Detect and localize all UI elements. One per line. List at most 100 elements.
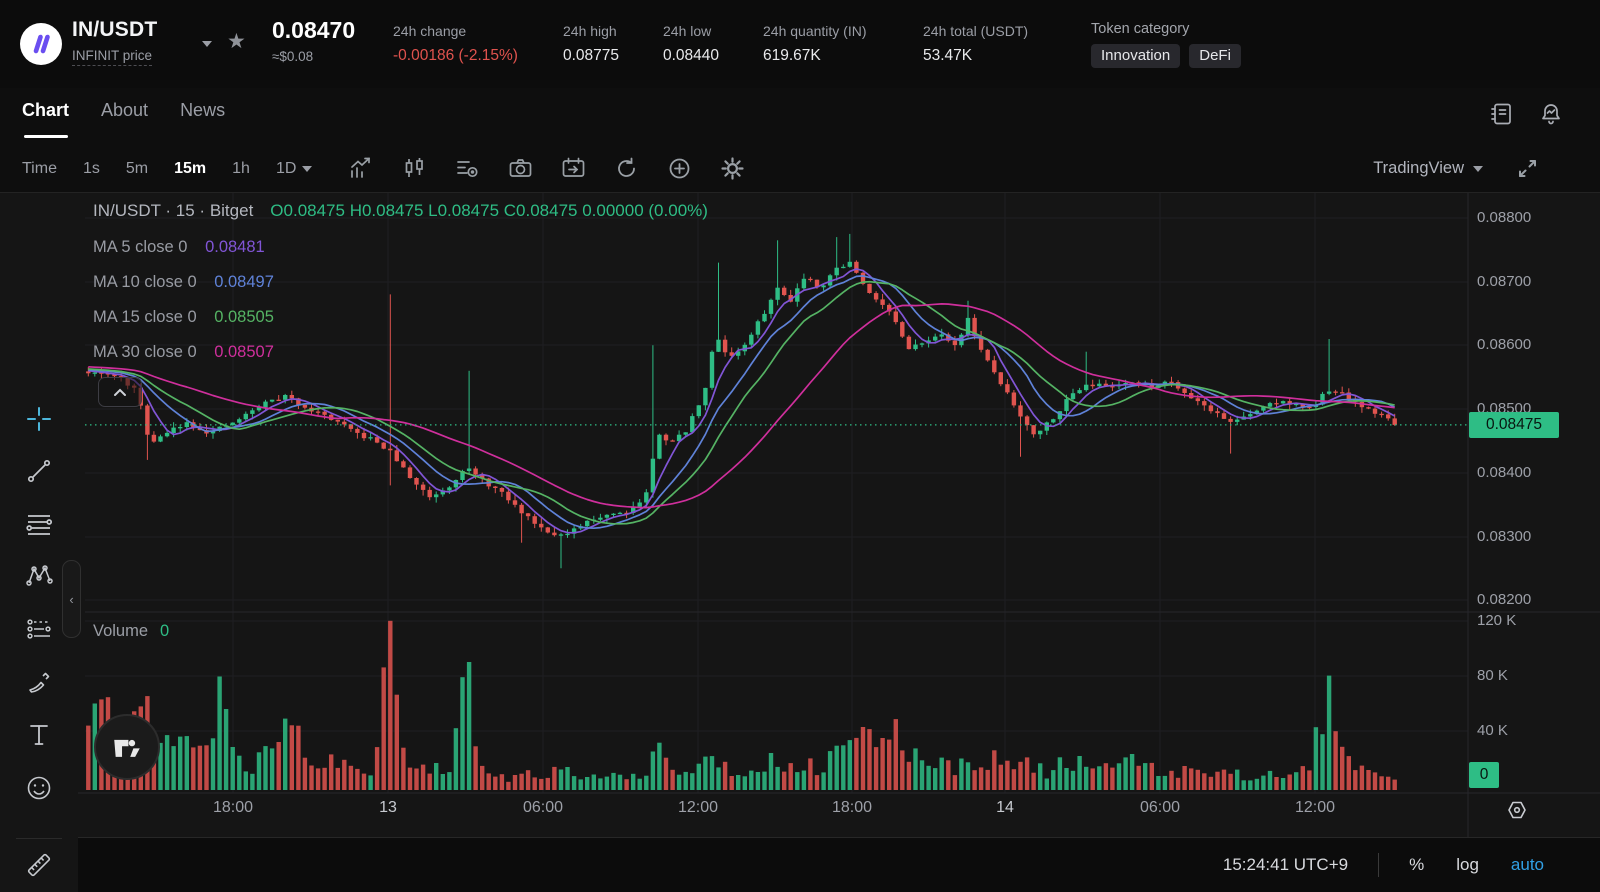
chart-style-icon[interactable] xyxy=(348,155,375,182)
legend-symbol: IN/USDT · 15 · Bitget xyxy=(93,201,254,220)
text-tool-icon[interactable] xyxy=(24,720,54,750)
usd-price: ≈$0.08 xyxy=(272,49,314,64)
volume-tick: 40 K xyxy=(1477,722,1508,739)
ma-label: MA 10 close 0 xyxy=(93,273,197,291)
legend-ohlc-values: O0.08475 H0.08475 L0.08475 C0.08475 0.00… xyxy=(270,201,708,220)
fib-lines-tool-icon[interactable] xyxy=(24,509,54,539)
stat-value: -0.00186 (-2.15%) xyxy=(393,47,518,64)
interval-more-caret-icon[interactable] xyxy=(302,165,313,172)
candle-type-icon[interactable] xyxy=(401,155,428,182)
ma-label: MA 5 close 0 xyxy=(93,238,188,256)
ma-label: MA 15 close 0 xyxy=(93,308,197,326)
volume-value: 0 xyxy=(160,622,170,640)
stat-label: 24h quantity (IN) xyxy=(763,23,867,39)
token-category-badges: Innovation DeFi xyxy=(1091,44,1241,68)
scale-log[interactable]: log xyxy=(1456,855,1479,875)
ma-value: 0.08481 xyxy=(205,238,265,256)
snapshot-camera-icon[interactable] xyxy=(507,155,534,182)
infinit-logo-icon xyxy=(33,34,50,54)
price-tick: 0.08800 xyxy=(1477,209,1532,226)
forecast-tool-icon[interactable] xyxy=(24,614,54,644)
tradingview-watermark xyxy=(94,714,160,780)
stat-value: 619.67K xyxy=(763,47,821,64)
price-alert-bell-icon[interactable] xyxy=(1538,101,1564,127)
clock[interactable]: 15:24:41 UTC+9 xyxy=(1223,855,1348,875)
volume-legend: Volume 0 xyxy=(93,622,169,641)
pair-title: IN/USDT xyxy=(72,18,158,41)
measure-ruler-tool-icon[interactable] xyxy=(24,850,54,880)
pattern-xabcd-tool-icon[interactable] xyxy=(24,561,54,591)
tradingview-attribution[interactable]: TradingView xyxy=(1373,159,1483,178)
interval-time[interactable]: Time xyxy=(22,160,57,178)
last-price-badge: 0.08475 xyxy=(1469,412,1559,438)
token-category-label: Token category xyxy=(1091,21,1190,37)
interval-1d[interactable]: 1D xyxy=(276,160,296,178)
stat-label: 24h low xyxy=(663,23,712,39)
interval-buttons: Time 1s 5m 15m 1h 1D xyxy=(22,160,296,178)
time-tick: 18:00 xyxy=(831,799,873,816)
scale-auto[interactable]: auto xyxy=(1511,855,1544,875)
token-logo xyxy=(20,23,62,65)
indicators-icon[interactable] xyxy=(454,155,481,182)
time-tick: 18:00 xyxy=(212,799,254,816)
chart-toolbar: Time 1s 5m 15m 1h 1D TradingView xyxy=(0,145,1600,193)
brush-tool-icon[interactable] xyxy=(24,667,54,697)
status-bar: 15:24:41 UTC+9 % log auto xyxy=(78,837,1600,892)
token-category-badge: Innovation xyxy=(1091,44,1181,68)
price-tick: 0.08400 xyxy=(1477,464,1532,481)
stat-label: 24h high xyxy=(563,23,617,39)
price-tick: 0.08300 xyxy=(1477,528,1532,545)
tabs: Chart About News xyxy=(22,100,225,138)
tab-chart[interactable]: Chart xyxy=(22,100,69,138)
time-tick: 06:00 xyxy=(1139,799,1181,816)
tab-bar: Chart About News xyxy=(0,88,1600,145)
rail-collapse-handle[interactable]: ‹ xyxy=(62,560,81,638)
volume-label: Volume xyxy=(93,622,149,640)
axis-settings-hexagon-icon[interactable] xyxy=(1504,797,1530,828)
interval-5m[interactable]: 5m xyxy=(126,160,148,178)
time-tick: 12:00 xyxy=(677,799,719,816)
emoji-tool-icon[interactable] xyxy=(24,773,54,803)
stat-label: 24h total (USDT) xyxy=(923,23,1029,39)
pair-subtitle[interactable]: INFINIT price xyxy=(72,48,153,66)
ma-value: 0.08507 xyxy=(214,343,274,361)
legend-collapse-button[interactable] xyxy=(98,377,142,407)
provider-label: TradingView xyxy=(1373,159,1464,177)
compare-add-icon[interactable] xyxy=(666,155,693,182)
stat-label: 24h change xyxy=(393,23,467,39)
token-category-badge: DeFi xyxy=(1189,44,1241,68)
time-tick: 12:00 xyxy=(1294,799,1336,816)
orderbook-journal-icon[interactable] xyxy=(1488,101,1514,127)
interval-15m[interactable]: 15m xyxy=(174,160,206,178)
ma-legend-row: MA 15 close 0 0.08505 xyxy=(93,308,274,327)
time-tick: 13 xyxy=(379,799,397,816)
price-tick: 0.08700 xyxy=(1477,273,1532,290)
trend-line-tool-icon[interactable] xyxy=(24,456,54,486)
date-range-icon[interactable] xyxy=(560,155,587,182)
scale-percent[interactable]: % xyxy=(1409,855,1424,875)
crosshair-tool-icon[interactable] xyxy=(24,404,54,434)
interval-1h[interactable]: 1h xyxy=(232,160,250,178)
time-tick: 06:00 xyxy=(522,799,564,816)
stat-value: 0.08440 xyxy=(663,47,720,64)
header: IN/USDT INFINIT price ★ 0.08470 ≈$0.08 2… xyxy=(0,0,1600,88)
favorite-star-icon[interactable]: ★ xyxy=(227,29,246,54)
rail-divider xyxy=(16,838,62,839)
provider-caret-icon xyxy=(1473,165,1483,172)
fullscreen-icon[interactable] xyxy=(1515,156,1540,181)
ma-legend-row: MA 30 close 0 0.08507 xyxy=(93,343,274,362)
pair-dropdown-caret-icon[interactable] xyxy=(202,41,212,47)
tab-about[interactable]: About xyxy=(101,100,148,131)
statusbar-divider xyxy=(1378,853,1380,877)
chart-settings-gear-icon[interactable] xyxy=(719,155,746,182)
last-price: 0.08470 xyxy=(272,17,356,43)
replay-icon[interactable] xyxy=(613,155,640,182)
interval-1s[interactable]: 1s xyxy=(83,160,100,178)
price-tick: 0.08200 xyxy=(1477,591,1532,608)
stat-value: 0.08775 xyxy=(563,47,620,64)
trading-page: IN/USDT INFINIT price ★ 0.08470 ≈$0.08 2… xyxy=(0,0,1600,892)
time-tick: 14 xyxy=(996,799,1014,816)
tab-news[interactable]: News xyxy=(180,100,225,131)
volume-tick: 120 K xyxy=(1477,612,1517,629)
ma-value: 0.08497 xyxy=(214,273,274,291)
